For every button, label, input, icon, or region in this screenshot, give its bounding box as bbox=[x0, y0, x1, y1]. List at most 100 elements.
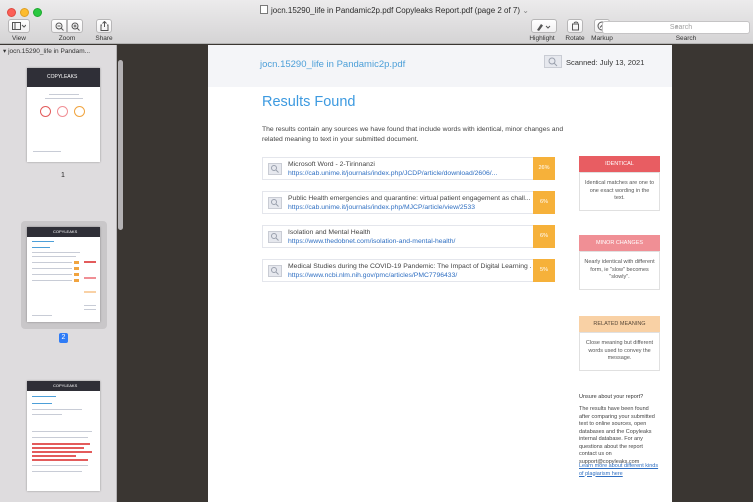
thumb-line bbox=[32, 280, 72, 281]
thumb-line bbox=[32, 431, 92, 432]
sidebar-document-header[interactable]: ▾ jocn.15290_life in Pandam... bbox=[0, 45, 116, 57]
page-thumbnail-3[interactable]: COPYLEAKS bbox=[27, 381, 100, 491]
sidebar-scrollbar[interactable] bbox=[118, 60, 123, 230]
thumb-line bbox=[32, 471, 82, 472]
thumb-line bbox=[32, 403, 52, 404]
result-item[interactable]: Isolation and Mental Health https://www.… bbox=[262, 225, 555, 248]
result-percent: 26% bbox=[533, 157, 555, 180]
thumb-line bbox=[32, 262, 72, 263]
zoom-window-button[interactable] bbox=[33, 8, 42, 17]
thumb-highlight bbox=[32, 459, 88, 461]
view-button[interactable] bbox=[8, 19, 30, 33]
legend-description: Identical matches are one to one exact w… bbox=[579, 172, 660, 211]
thumb-legend bbox=[84, 291, 96, 293]
zoom-label: Zoom bbox=[58, 35, 76, 42]
legend-heading: MINOR CHANGES bbox=[579, 235, 660, 251]
minimize-window-button[interactable] bbox=[20, 8, 29, 17]
thumb-line bbox=[32, 274, 72, 275]
thumb-line bbox=[32, 414, 62, 415]
page-number-1: 1 bbox=[61, 172, 65, 179]
rotate-icon bbox=[571, 21, 579, 31]
thumb-line bbox=[32, 437, 88, 438]
sidebar-icon bbox=[12, 21, 26, 30]
page-thumbnail-2[interactable]: COPYLEAKS bbox=[27, 227, 100, 322]
result-url[interactable]: https://www.ncbi.nlm.nih.gov/pmc/article… bbox=[288, 272, 532, 279]
thumb-line bbox=[32, 409, 82, 410]
thumb-percent bbox=[74, 267, 79, 270]
learn-more-link[interactable]: Learn more about different kinds of plag… bbox=[579, 463, 661, 478]
web-result-icon bbox=[268, 163, 282, 175]
thumb-header: COPYLEAKS bbox=[27, 227, 100, 237]
thumb-line bbox=[49, 94, 79, 95]
result-url[interactable]: https://cab.unime.it/journals/index.php/… bbox=[288, 170, 532, 177]
toolbar: View Zoom Share jocn.15290_life in Panda… bbox=[0, 0, 753, 44]
thumb-header: COPYLEAKS bbox=[27, 68, 100, 87]
markup-label: Markup bbox=[591, 35, 613, 42]
result-url[interactable]: https://cab.unime.it/journals/index.php/… bbox=[288, 204, 532, 211]
highlight-label: Highlight bbox=[529, 35, 555, 42]
result-item[interactable]: Medical Studies during the COVID-19 Pand… bbox=[262, 259, 555, 282]
thumb-circle-red bbox=[40, 106, 51, 117]
page-number-2: 2 bbox=[59, 333, 68, 343]
search-input[interactable]: ⌕ Search bbox=[602, 21, 750, 34]
result-item[interactable]: Microsoft Word - 2-Tirinnanzi https://ca… bbox=[262, 157, 555, 180]
result-percent: 6% bbox=[533, 225, 555, 248]
thumb-legend bbox=[84, 277, 96, 279]
thumb-circle-orange bbox=[74, 106, 85, 117]
legend-identical: IDENTICAL Identical matches are one to o… bbox=[579, 156, 660, 211]
thumb-line bbox=[32, 256, 76, 257]
report-file-name: jocn.15290_life in Pandamic2p.pdf bbox=[260, 59, 406, 70]
scan-icon bbox=[544, 55, 562, 68]
rotate-label: Rotate bbox=[565, 35, 585, 42]
result-percent: 6% bbox=[533, 191, 555, 214]
thumb-line bbox=[32, 315, 52, 316]
close-window-button[interactable] bbox=[7, 8, 16, 17]
thumb-percent bbox=[74, 273, 79, 276]
share-icon bbox=[100, 21, 108, 31]
web-result-icon bbox=[268, 197, 282, 209]
result-title: Isolation and Mental Health bbox=[288, 229, 371, 236]
web-result-icon bbox=[268, 231, 282, 243]
thumb-line bbox=[45, 98, 83, 99]
result-url[interactable]: https://www.thedobnet.com/isolation-and-… bbox=[288, 238, 532, 245]
result-title: Medical Studies during the COVID-19 Pand… bbox=[288, 263, 532, 270]
result-percent: 5% bbox=[533, 259, 555, 282]
page-thumbnail-1[interactable]: COPYLEAKS bbox=[27, 68, 100, 162]
scanned-date: Scanned: July 13, 2021 bbox=[566, 58, 645, 67]
thumb-highlight bbox=[32, 443, 90, 445]
thumb-brand: COPYLEAKS bbox=[53, 229, 78, 234]
zoom-out-button[interactable] bbox=[51, 19, 67, 33]
unsure-body: The results have been found after compar… bbox=[579, 406, 655, 465]
thumb-highlight bbox=[32, 451, 92, 453]
thumb-line bbox=[32, 252, 80, 253]
share-button[interactable] bbox=[96, 19, 112, 33]
pdf-page[interactable]: jocn.15290_life in Pandamic2p.pdf Scanne… bbox=[208, 45, 672, 502]
thumb-circle-pink bbox=[57, 106, 68, 117]
legend-related-meaning: RELATED MEANING Close meaning but differ… bbox=[579, 316, 660, 371]
result-title: Microsoft Word - 2-Tirinnanzi bbox=[288, 161, 375, 168]
legend-description: Nearly identical with different form, ie… bbox=[579, 251, 660, 290]
legend-heading: IDENTICAL bbox=[579, 156, 660, 172]
thumb-line bbox=[32, 247, 50, 248]
result-item[interactable]: Public Health emergencies and quarantine… bbox=[262, 191, 555, 214]
window-title: jocn.15290_life in Pandamic2p.pdf Copyle… bbox=[260, 5, 529, 15]
zoom-in-button[interactable] bbox=[67, 19, 83, 33]
thumb-line bbox=[84, 309, 96, 310]
thumb-legend bbox=[84, 261, 96, 263]
thumb-brand: COPYLEAKS bbox=[47, 74, 78, 80]
share-label: Share bbox=[95, 35, 113, 42]
thumb-highlight bbox=[32, 455, 76, 457]
zoom-out-icon bbox=[55, 22, 64, 31]
highlight-button[interactable] bbox=[531, 19, 557, 33]
chevron-down-icon[interactable]: ⌄ bbox=[522, 6, 529, 15]
legend-minor-changes: MINOR CHANGES Nearly identical with diff… bbox=[579, 235, 660, 290]
search-label: Search bbox=[675, 35, 697, 42]
legend-description: Close meaning but different words used t… bbox=[579, 332, 660, 371]
disclosure-triangle-icon[interactable]: ▾ bbox=[3, 48, 6, 55]
legend-heading: RELATED MEANING bbox=[579, 316, 660, 332]
results-title: Results Found bbox=[262, 94, 356, 110]
thumb-line bbox=[84, 305, 96, 306]
highlighter-icon bbox=[537, 23, 551, 31]
rotate-button[interactable] bbox=[567, 19, 583, 33]
thumb-line bbox=[32, 396, 56, 397]
